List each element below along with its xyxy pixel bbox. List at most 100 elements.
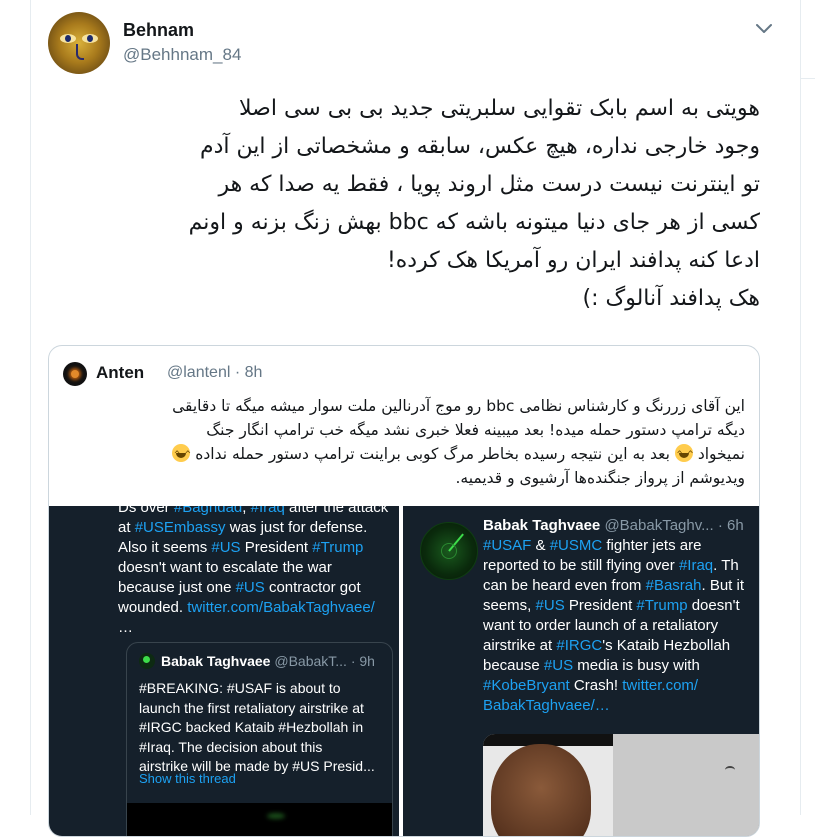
hashtag-link[interactable]: #USMC [550,537,603,554]
right-dot: · [717,517,723,534]
hashtag-link[interactable]: #IRGC [556,637,602,654]
quoted-time[interactable]: 8h [245,364,263,381]
tweet-text-fragment: doesn't [687,597,740,614]
radar-avatar-icon [420,522,478,580]
kobe-photo[interactable] [483,734,759,836]
inner-text-line: launch the first retaliatory airstrike a… [139,699,364,716]
hashtag-link[interactable]: #Trump [312,539,363,556]
hashtag-link[interactable]: #Iraq [251,506,285,516]
hashtag-link[interactable]: #US [211,539,240,556]
url-link[interactable]: twitter.com/BabakTaghvaee/ [187,599,375,616]
right-rail-divider [801,0,815,79]
tweet-text-fragment: at [118,519,135,536]
inner-tweet-header: Babak Taghvaee @BabakT... · 9h [139,653,375,669]
dark-tweet-line: #USAF & #USMC fighter jets are [483,536,744,556]
avatar[interactable] [48,12,110,74]
tweet-text-fragment: Also it seems [118,539,212,556]
tweet-text-fragment: President [564,597,637,614]
hashtag-link[interactable]: #USAF [483,537,531,554]
right-time: 6h [726,517,744,534]
inner-text-line: #BREAKING: #USAF is about to [139,680,341,696]
quoted-tweet-card[interactable]: Anten @lantenl · 8h این آقای زررنگ و کار… [48,345,760,837]
hashtag-link[interactable]: #Iraq [679,557,713,574]
tweet-text-fragment: was just for defense. [225,519,368,536]
hashtag-link[interactable]: #Baghdad [174,506,242,516]
media-pane-right[interactable]: Babak Taghvaee @BabakTaghv... · 6h #USAF… [403,506,759,836]
inner-quoted-tweet[interactable]: Babak Taghvaee @BabakT... · 9h #BREAKING… [126,642,393,836]
quoted-handle[interactable]: @lantenl [167,364,230,381]
emoji-laughing-icon [674,443,693,467]
inner-dot: · [350,653,356,669]
tweet-text-fragment: Crash! [569,677,623,694]
quoted-text-fragment: بعد به این نتیجه رسیده بخاطر مرگ کوبی بر… [195,445,670,463]
tweet-text-fragment: want to order launch of a retaliatory [483,617,719,634]
tweet-text-fragment: contractor got [264,579,361,596]
emoji-laughing-icon [172,443,191,467]
dark-tweet-line: seems, #US President #Trump doesn't [483,596,744,616]
photo-helicopter [725,766,735,774]
dark-tweet-line: #KobeBryant Crash! twitter.com/ [483,676,744,696]
dark-tweet-line: doesn't want to escalate the war [118,558,388,578]
url-link[interactable]: BabakTaghvaee/… [483,697,610,714]
left-tweet-text: Ds over #Baghdad, #Iraq after the attack… [118,506,388,638]
hashtag-link[interactable]: #USEmbassy [135,519,226,536]
dark-tweet-line: at #USEmbassy was just for defense. [118,518,388,538]
tweet-text-line: کسی از هر جای دنیا میتونه باشه که bbc به… [188,210,760,235]
photo-sky [613,734,759,836]
quoted-tweet-header: Anten @lantenl · 8h [63,360,743,386]
tweet-text-fragment: 's Kataib Hezbollah [602,637,731,654]
hashtag-link[interactable]: #US [544,657,573,674]
hashtag-link[interactable]: #Trump [636,597,687,614]
chevron-down-icon[interactable] [750,14,778,42]
inner-tweet-text: #BREAKING: #USAF is about to launch the … [139,679,375,777]
inner-text-line: #Iraq. The decision about this [139,738,323,755]
tweet-text-line: وجود خارجی نداره، هیچ عکس، سابقه و مشخصا… [200,134,760,159]
hashtag-link[interactable]: #KobeBryant [483,677,570,694]
right-rail [800,0,815,815]
tweet-text-fragment: . Th [713,557,739,574]
display-name[interactable]: Behnam [123,20,194,41]
right-tweet-text: Babak Taghvaee @BabakTaghv... · 6h #USAF… [483,516,744,716]
show-thread-link[interactable]: Show this thread [139,771,236,786]
url-link[interactable]: twitter.com/ [622,677,698,694]
dark-tweet-line: … [118,618,388,638]
tweet-text-fragment: reported to be still flying over [483,557,679,574]
tweet-text-line: هویتی به اسم بابک تقوایی سلبریتی جدید بی… [239,96,760,121]
inner-time: 9h [359,653,375,669]
inner-media[interactable] [127,803,392,836]
tweet-text-line: ادعا کنه پدافند ایران رو آمریکا هک کرده! [386,248,760,273]
user-handle[interactable]: @Behhnam_84 [123,45,241,65]
tweet-text-fragment: media is busy with [573,657,700,674]
dark-tweet-line: airstrike at #IRGC's Kataib Hezbollah [483,636,744,656]
tweet-header: Behnam @Behhnam_84 [48,12,778,74]
right-tweet-body: #USAF & #USMC fighter jets are reported t… [483,536,744,716]
quoted-text-line: ویدیوشم از پرواز جنگنده‌ها آرشیوی و قدیم… [455,469,745,487]
quoted-text-line: این آقای زررنگ و کارشناس نظامی bbc رو مو… [172,397,745,415]
hashtag-link[interactable]: #US [536,597,565,614]
media-pane-left[interactable]: Ds over #Baghdad, #Iraq after the attack… [49,506,399,836]
radar-avatar-icon [139,653,155,669]
inner-text-line: #IRGC backed Kataib #Hezbollah in [139,719,364,735]
tweet-text-fragment: doesn't want to escalate the war [118,559,332,576]
dark-tweet-line: because #US media is busy with [483,656,744,676]
quoted-display-name[interactable]: Anten [96,363,144,383]
quoted-media[interactable]: Ds over #Baghdad, #Iraq after the attack… [49,506,759,836]
quoted-avatar[interactable] [63,362,87,386]
dark-tweet-line: Ds over #Baghdad, #Iraq after the attack [118,506,388,518]
dark-tweet-line: BabakTaghvaee/… [483,696,744,716]
tweet-text-fragment: … [118,619,133,636]
tweet-text-fragment: seems, [483,597,536,614]
right-tweet-header: Babak Taghvaee @BabakTaghv... · 6h [483,516,744,536]
dark-tweet-line: reported to be still flying over #Iraq. … [483,556,744,576]
dark-tweet-line: because just one #US contractor got [118,578,388,598]
quoted-text-line: دیگه ترامپ دستور حمله میده! بعد میبینه ف… [206,421,745,439]
tweet-text-fragment: wounded. [118,599,188,616]
hashtag-link[interactable]: #US [236,579,265,596]
tweet-text: هویتی به اسم بابک تقوایی سلبریتی جدید بی… [48,90,760,318]
tweet-text-fragment: . But it [701,577,745,594]
hashtag-link[interactable]: #Basrah [646,577,702,594]
quoted-handle-time: @lantenl · 8h [167,364,263,381]
tweet-text-line: هک پدافند آنالوگ :) [582,286,760,311]
tweet-text-fragment: Ds over [118,506,174,516]
photo-face [491,744,591,836]
